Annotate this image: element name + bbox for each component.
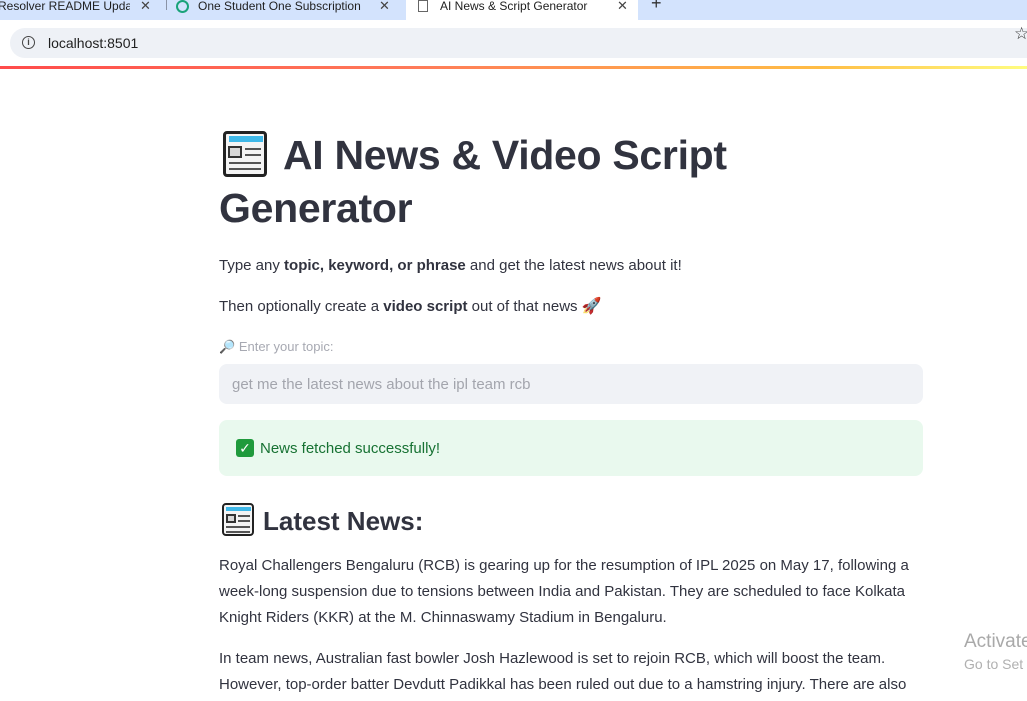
page-favicon-icon (418, 0, 428, 12)
tab-title: One Student One Subscription | (198, 0, 361, 13)
intro2-text-post: out of that news (467, 298, 582, 315)
page-title-text: AI News & Video Script Generator (219, 132, 727, 231)
topic-input-label: 🔎 Enter your topic: (219, 339, 333, 355)
tab-strip: Resolver README Updat ✕ One Student One … (0, 0, 1027, 20)
topic-input-placeholder: get me the latest news about the ipl tea… (232, 375, 531, 393)
tab-title: AI News & Script Generator (440, 0, 588, 13)
news-paragraph: In team news, Australian fast bowler Jos… (219, 650, 907, 693)
check-mark-icon: ✓ (236, 439, 254, 457)
site-info-icon[interactable]: i (22, 36, 35, 49)
topic-input[interactable]: get me the latest news about the ipl tea… (219, 364, 923, 404)
intro-text-post: and get the latest news about it! (465, 257, 682, 274)
windows-activation-watermark: Activate (964, 631, 1027, 652)
latest-news-heading-text: Latest News: (263, 506, 424, 536)
tab-separator (166, 0, 167, 10)
latest-news-heading: Latest News: (219, 502, 423, 539)
intro-text-2: Then optionally create a video script ou… (219, 297, 602, 317)
intro-text-bold: topic, keyword, or phrase (284, 257, 466, 274)
main-menu-icon[interactable]: ⋮ (1022, 95, 1027, 112)
magnifier-icon: 🔎 (219, 339, 236, 354)
intro2-text-bold: video script (383, 298, 468, 315)
latest-news-heading-block: Latest News: (219, 502, 423, 539)
omnibox[interactable]: i localhost:8501 (10, 28, 1027, 58)
success-alert: ✓ News fetched successfully! (219, 420, 923, 476)
tab-resolver-readme[interactable]: Resolver README Updat ✕ (0, 0, 158, 20)
newspaper-icon (219, 502, 255, 536)
close-icon[interactable]: ✕ (379, 0, 390, 14)
tab-ai-news[interactable]: AI News & Script Generator ✕ (406, 0, 638, 20)
page-title-block: AI News & Video Script Generator (219, 129, 923, 235)
url-text[interactable]: localhost:8501 (48, 35, 138, 51)
close-icon[interactable]: ✕ (140, 0, 151, 14)
success-message: News fetched successfully! (260, 439, 441, 457)
close-icon[interactable]: ✕ (617, 0, 628, 14)
topic-input-label-text: Enter your topic: (238, 339, 334, 354)
intro2-text-pre: Then optionally create a (219, 298, 384, 315)
address-bar: i localhost:8501 ☆ (0, 20, 1027, 66)
page-title: AI News & Video Script Generator (219, 129, 923, 235)
bookmark-star-icon[interactable]: ☆ (1014, 24, 1027, 44)
new-tab-button[interactable]: + (651, 0, 662, 14)
news-paragraph: Royal Challengers Bengaluru (RCB) is gea… (219, 557, 909, 626)
intro-text-pre: Type any (219, 257, 285, 274)
tab-title: Resolver README Updat (0, 0, 130, 13)
streamlit-decoration-bar (0, 66, 1027, 69)
rocket-icon: 🚀 (581, 298, 602, 315)
tab-one-student[interactable]: One Student One Subscription | ✕ (176, 0, 398, 20)
windows-activation-settings-hint: Go to Set (964, 656, 1024, 672)
intro-text: Type any topic, keyword, or phrase and g… (219, 256, 682, 276)
site-favicon-icon (176, 0, 189, 13)
newspaper-icon (219, 129, 269, 177)
